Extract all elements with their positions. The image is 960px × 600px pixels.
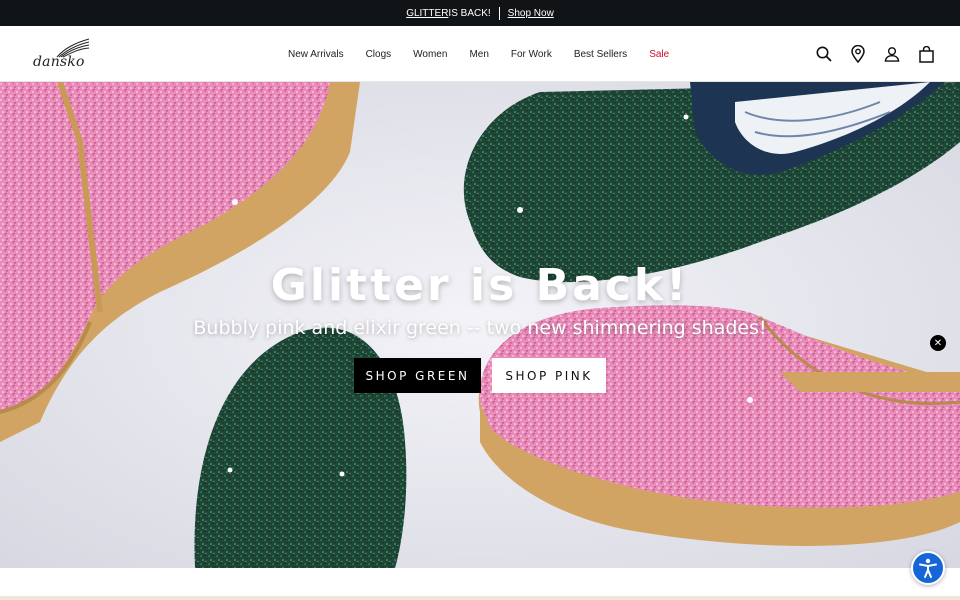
announcement-highlight[interactable]: GLITTER: [406, 8, 448, 19]
nav-sale[interactable]: Sale: [649, 49, 669, 60]
shop-pink-button[interactable]: SHOP PINK: [492, 358, 606, 393]
cart-icon[interactable]: [918, 45, 934, 63]
site-header: dansko New Arrivals Clogs Women Men For …: [0, 26, 960, 82]
announcement-bar: GLITTER IS BACK! Shop Now: [0, 0, 960, 26]
nav-women[interactable]: Women: [413, 49, 447, 60]
nav-men[interactable]: Men: [469, 49, 488, 60]
close-icon[interactable]: ✕: [930, 335, 946, 351]
announcement-divider: [498, 6, 500, 20]
nav-best-sellers[interactable]: Best Sellers: [574, 49, 627, 60]
location-icon[interactable]: [850, 45, 866, 63]
tan-divider: [0, 596, 960, 600]
nav-for-work[interactable]: For Work: [511, 49, 552, 60]
hero-banner[interactable]: Glitter is Back! Bubbly pink and elixir …: [0, 82, 960, 568]
header-icons: [816, 26, 934, 82]
main-nav: New Arrivals Clogs Women Men For Work Be…: [288, 26, 691, 82]
nav-new-arrivals[interactable]: New Arrivals: [288, 49, 344, 60]
search-icon[interactable]: [816, 45, 832, 63]
footer-strip: [0, 568, 960, 600]
logo-text: dansko: [33, 54, 85, 70]
shop-now-link[interactable]: Shop Now: [508, 8, 554, 19]
hero-subtitle: Bubbly pink and elixir green -- two new …: [193, 317, 767, 339]
shop-green-button[interactable]: SHOP GREEN: [354, 358, 481, 393]
accessibility-icon[interactable]: [911, 551, 945, 585]
dansko-logo[interactable]: dansko: [33, 38, 91, 70]
nav-clogs[interactable]: Clogs: [366, 49, 392, 60]
announcement-text: IS BACK!: [448, 7, 491, 19]
hero-title: Glitter is Back!: [270, 260, 690, 311]
account-icon[interactable]: [884, 45, 900, 63]
